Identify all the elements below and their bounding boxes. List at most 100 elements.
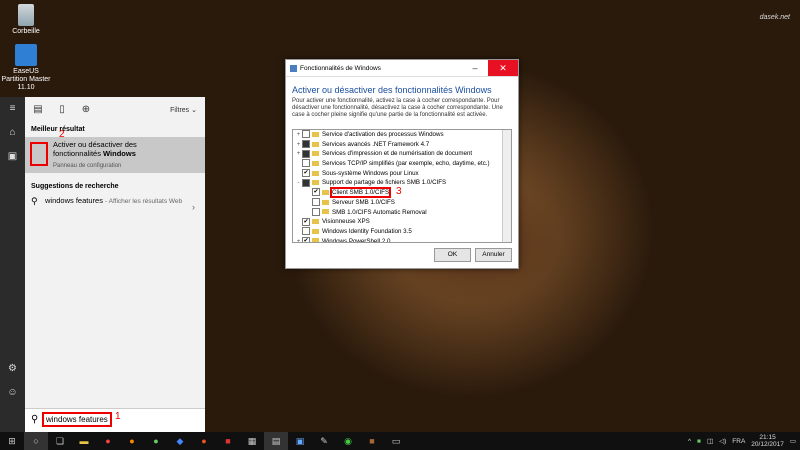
feature-checkbox[interactable]: [312, 207, 320, 216]
cancel-button[interactable]: Annuler: [475, 248, 512, 262]
tray-app-icon[interactable]: ■: [697, 438, 701, 445]
window-icon: [290, 64, 297, 72]
search-suggestion[interactable]: ⚲ windows features - Afficher les résult…: [25, 192, 205, 226]
search-toolbar: ▤ ▯ ⊕ Filtres ⌄: [25, 97, 205, 122]
feature-row[interactable]: ✔ Visionneuse XPS: [293, 217, 511, 227]
notepad-icon[interactable]: ✎: [312, 432, 336, 450]
firefox-icon[interactable]: ●: [120, 432, 144, 450]
folder-icon: [312, 180, 319, 186]
feature-label: Services TCP/IP simplifiés (par exemple,…: [322, 160, 490, 168]
search-icon[interactable]: ○: [24, 432, 48, 450]
feature-checkbox[interactable]: [312, 198, 320, 207]
feature-row[interactable]: ✔ Client SMB 1.0/CIFS: [293, 187, 511, 199]
feature-row[interactable]: Serveur SMB 1.0/CIFS: [293, 198, 511, 208]
home-icon[interactable]: ⌂: [0, 121, 25, 145]
dialog-title: Fonctionnalités de Windows: [300, 64, 381, 72]
app-white-icon[interactable]: ▭: [384, 432, 408, 450]
feature-checkbox[interactable]: ✔: [302, 217, 310, 226]
suggestion-hint: - Afficher les résultats Web: [105, 198, 183, 205]
windows-features-taskbar-icon[interactable]: ▤: [264, 432, 288, 450]
feature-checkbox[interactable]: [302, 159, 310, 168]
feature-checkbox[interactable]: [302, 227, 310, 236]
feature-checkbox[interactable]: [302, 140, 310, 149]
app-green2-icon[interactable]: ◉: [336, 432, 360, 450]
app-grey-icon[interactable]: ▦: [240, 432, 264, 450]
app-blue2-icon[interactable]: ▣: [288, 432, 312, 450]
feature-row[interactable]: - Support de partage de fichiers SMB 1.0/…: [293, 178, 511, 188]
feature-checkbox[interactable]: [302, 178, 310, 187]
best-match-title-bold: Windows: [103, 149, 136, 158]
feature-label: Support de partage de fichiers SMB 1.0/C…: [322, 179, 447, 187]
feature-row[interactable]: Windows Identity Foundation 3.5: [293, 227, 511, 237]
feature-checkbox[interactable]: ✔: [302, 169, 310, 178]
feature-label: SMB 1.0/CIFS Automatic Removal: [332, 208, 427, 216]
documents-filter-icon[interactable]: ▯: [55, 103, 69, 117]
system-tray: ^ ■ ◫ ◁) FRA 21:15 20/12/2017 ▭: [688, 432, 796, 450]
clock-time: 21:15: [759, 434, 776, 441]
feature-row[interactable]: + Services avancés .NET Framework 4.7: [293, 140, 511, 150]
easeus-icon: [15, 44, 37, 66]
feature-label: Client SMB 1.0/CIFS: [329, 187, 392, 199]
notifications-icon[interactable]: ▭: [790, 437, 796, 445]
close-button[interactable]: ✕: [488, 60, 518, 76]
user-icon[interactable]: ☺: [0, 381, 25, 405]
annotation-1: 1: [115, 411, 121, 422]
feature-label: Service d'activation des processus Windo…: [322, 131, 444, 138]
app-green-icon[interactable]: ●: [144, 432, 168, 450]
app-brown-icon[interactable]: ■: [360, 432, 384, 450]
app-red-icon[interactable]: ■: [216, 432, 240, 450]
folder-icon: [312, 160, 319, 166]
folder-icon: [312, 228, 319, 234]
ubuntu-icon[interactable]: ●: [192, 432, 216, 450]
language-indicator[interactable]: FRA: [732, 438, 745, 445]
best-match-header: Meilleur résultat: [31, 126, 85, 133]
folder-icon: [322, 199, 329, 205]
feature-label: Windows Identity Foundation 3.5: [322, 227, 412, 235]
chrome-icon[interactable]: ●: [96, 432, 120, 450]
hamburger-icon[interactable]: ≡: [0, 97, 25, 121]
start-rail: ≡ ⌂ ▣ ⚙ ☺: [0, 97, 25, 432]
network-icon[interactable]: ◫: [707, 437, 713, 445]
feature-checkbox[interactable]: ✔: [302, 236, 310, 242]
documents-icon[interactable]: ▣: [0, 145, 25, 169]
desktop-icon-easeus[interactable]: EaseUS Partition Master 11.10: [0, 44, 52, 92]
search-icon: ⚲: [31, 414, 39, 425]
filters-label: Filtres: [170, 106, 190, 114]
feature-row[interactable]: ✔ Sous-système Windows pour Linux: [293, 169, 511, 179]
web-filter-icon[interactable]: ⊕: [79, 103, 93, 117]
windows-start-icon[interactable]: ⊞: [0, 432, 24, 450]
minimize-icon[interactable]: –: [465, 63, 485, 73]
apps-filter-icon[interactable]: ▤: [31, 103, 45, 117]
chevron-right-icon[interactable]: ›: [192, 202, 195, 212]
clock[interactable]: 21:15 20/12/2017: [751, 434, 784, 448]
file-explorer-icon[interactable]: ▬: [72, 432, 96, 450]
volume-icon[interactable]: ◁): [719, 437, 726, 445]
folder-icon: [312, 238, 319, 242]
recycle-bin-icon: [18, 4, 34, 26]
feature-label: Services avancés .NET Framework 4.7: [322, 140, 430, 148]
feature-row[interactable]: SMB 1.0/CIFS Automatic Removal: [293, 207, 511, 218]
feature-checkbox[interactable]: ✔: [312, 188, 320, 197]
desktop-icon-label: EaseUS Partition Master 11.10: [1, 68, 51, 91]
feature-label: Visionneuse XPS: [322, 218, 370, 226]
feature-checkbox[interactable]: [302, 130, 310, 139]
feature-row[interactable]: + Services d'impression et de numérisatio…: [293, 149, 511, 159]
dialog-heading: Activer ou désactiver des fonctionnalité…: [292, 85, 492, 95]
app-blue-icon[interactable]: ◆: [168, 432, 192, 450]
desktop-icon-recycle-bin[interactable]: Corbeille: [0, 4, 52, 36]
suggestions-header: Suggestions de recherche: [31, 183, 119, 190]
filters-button[interactable]: Filtres ⌄: [170, 106, 197, 114]
feature-row[interactable]: + Service d'activation des processus Wind…: [293, 130, 511, 140]
chevron-up-icon[interactable]: ^: [688, 438, 691, 445]
task-view-icon[interactable]: ❏: [48, 432, 72, 450]
best-match-item[interactable]: 2 Activer ou désactiver des fonctionnali…: [25, 129, 205, 173]
settings-icon[interactable]: ⚙: [0, 357, 25, 381]
ok-button[interactable]: OK: [434, 248, 471, 262]
folder-icon: [312, 170, 319, 176]
feature-checkbox[interactable]: [302, 149, 310, 158]
feature-row[interactable]: + ✔ Windows PowerShell 2.0: [293, 236, 511, 242]
feature-row[interactable]: Services TCP/IP simplifiés (par exemple,…: [293, 159, 511, 169]
expand-icon[interactable]: +: [295, 238, 302, 242]
search-box[interactable]: ⚲ windows features 1: [25, 408, 205, 433]
search-input[interactable]: windows features: [42, 412, 112, 427]
